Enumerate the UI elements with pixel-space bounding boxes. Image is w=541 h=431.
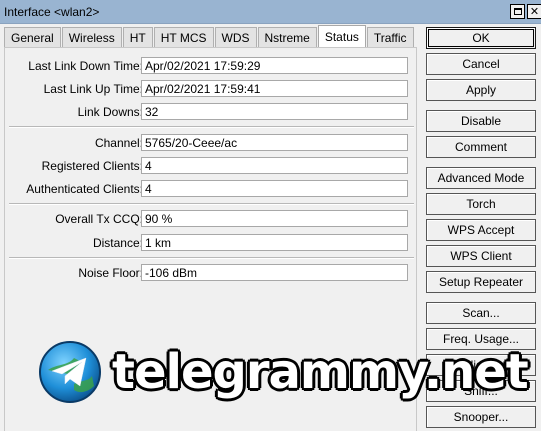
maximize-icon [513,8,522,15]
title-bar: Interface <wlan2> ✕ [0,0,541,24]
tab-wireless[interactable]: Wireless [61,27,122,47]
field-label: Link Downs: [77,105,143,119]
field-noise-floor: Noise Floor: -106 dBm [5,264,418,282]
torch-button[interactable]: Torch [426,193,536,215]
field-label: Overall Tx CCQ: [55,212,143,226]
ok-button[interactable]: OK [426,27,536,49]
field-last-link-down-time: Last Link Down Time: Apr/02/2021 17:59:2… [5,57,418,75]
maximize-button[interactable] [510,4,525,19]
disable-button[interactable]: Disable [426,110,536,132]
field-value: -106 dBm [141,264,408,281]
field-label: Noise Floor: [78,266,143,280]
field-link-downs: Link Downs: 32 [5,103,418,121]
field-channel: Channel: 5765/20-Ceee/ac [5,134,418,152]
tab-wds[interactable]: WDS [214,27,257,47]
telegram-logo-icon [39,341,101,403]
field-label: Authenticated Clients: [26,182,143,196]
tab-ht-mcs[interactable]: HT MCS [153,27,214,47]
tab-traffic[interactable]: Traffic [366,27,414,47]
watermark-text: telegrammy.net [112,344,529,400]
snooper-button[interactable]: Snooper... [426,406,536,428]
field-value: 32 [141,103,408,120]
field-value: 4 [141,180,408,197]
tab-general[interactable]: General [4,27,61,47]
field-overall-tx-ccq: Overall Tx CCQ: 90 % [5,210,418,228]
field-label: Registered Clients: [41,159,143,173]
divider [9,126,414,128]
comment-button[interactable]: Comment [426,136,536,158]
field-label: Distance: [92,236,143,250]
field-value: 1 km [141,234,408,251]
tab-bar: General Wireless HT HT MCS WDS Nstreme S… [4,25,415,47]
tab-status[interactable]: Status [317,25,366,47]
divider [9,203,414,205]
field-value: 4 [141,157,408,174]
close-button[interactable]: ✕ [527,4,541,19]
tab-nstreme[interactable]: Nstreme [257,27,317,47]
field-value: 5765/20-Ceee/ac [141,134,408,151]
field-registered-clients: Registered Clients: 4 [5,157,418,175]
field-label: Last Link Down Time: [28,59,143,73]
close-icon: ✕ [529,5,540,18]
field-value: 90 % [141,210,408,227]
watermark: telegrammy.net [38,338,529,406]
scan-button[interactable]: Scan... [426,302,536,324]
field-value: Apr/02/2021 17:59:29 [141,57,408,74]
wps-accept-button[interactable]: WPS Accept [426,219,536,241]
field-label: Channel: [94,136,143,150]
field-distance: Distance: 1 km [5,234,418,252]
cancel-button[interactable]: Cancel [426,53,536,75]
apply-button[interactable]: Apply [426,79,536,101]
field-label: Last Link Up Time: [43,82,143,96]
field-authenticated-clients: Authenticated Clients: 4 [5,180,418,198]
wps-client-button[interactable]: WPS Client [426,245,536,267]
tab-ht[interactable]: HT [122,27,153,47]
divider [9,257,414,259]
advanced-mode-button[interactable]: Advanced Mode [426,167,536,189]
field-value: Apr/02/2021 17:59:41 [141,80,408,97]
window-title: Interface <wlan2> [4,4,100,19]
setup-repeater-button[interactable]: Setup Repeater [426,271,536,293]
field-last-link-up-time: Last Link Up Time: Apr/02/2021 17:59:41 [5,80,418,98]
